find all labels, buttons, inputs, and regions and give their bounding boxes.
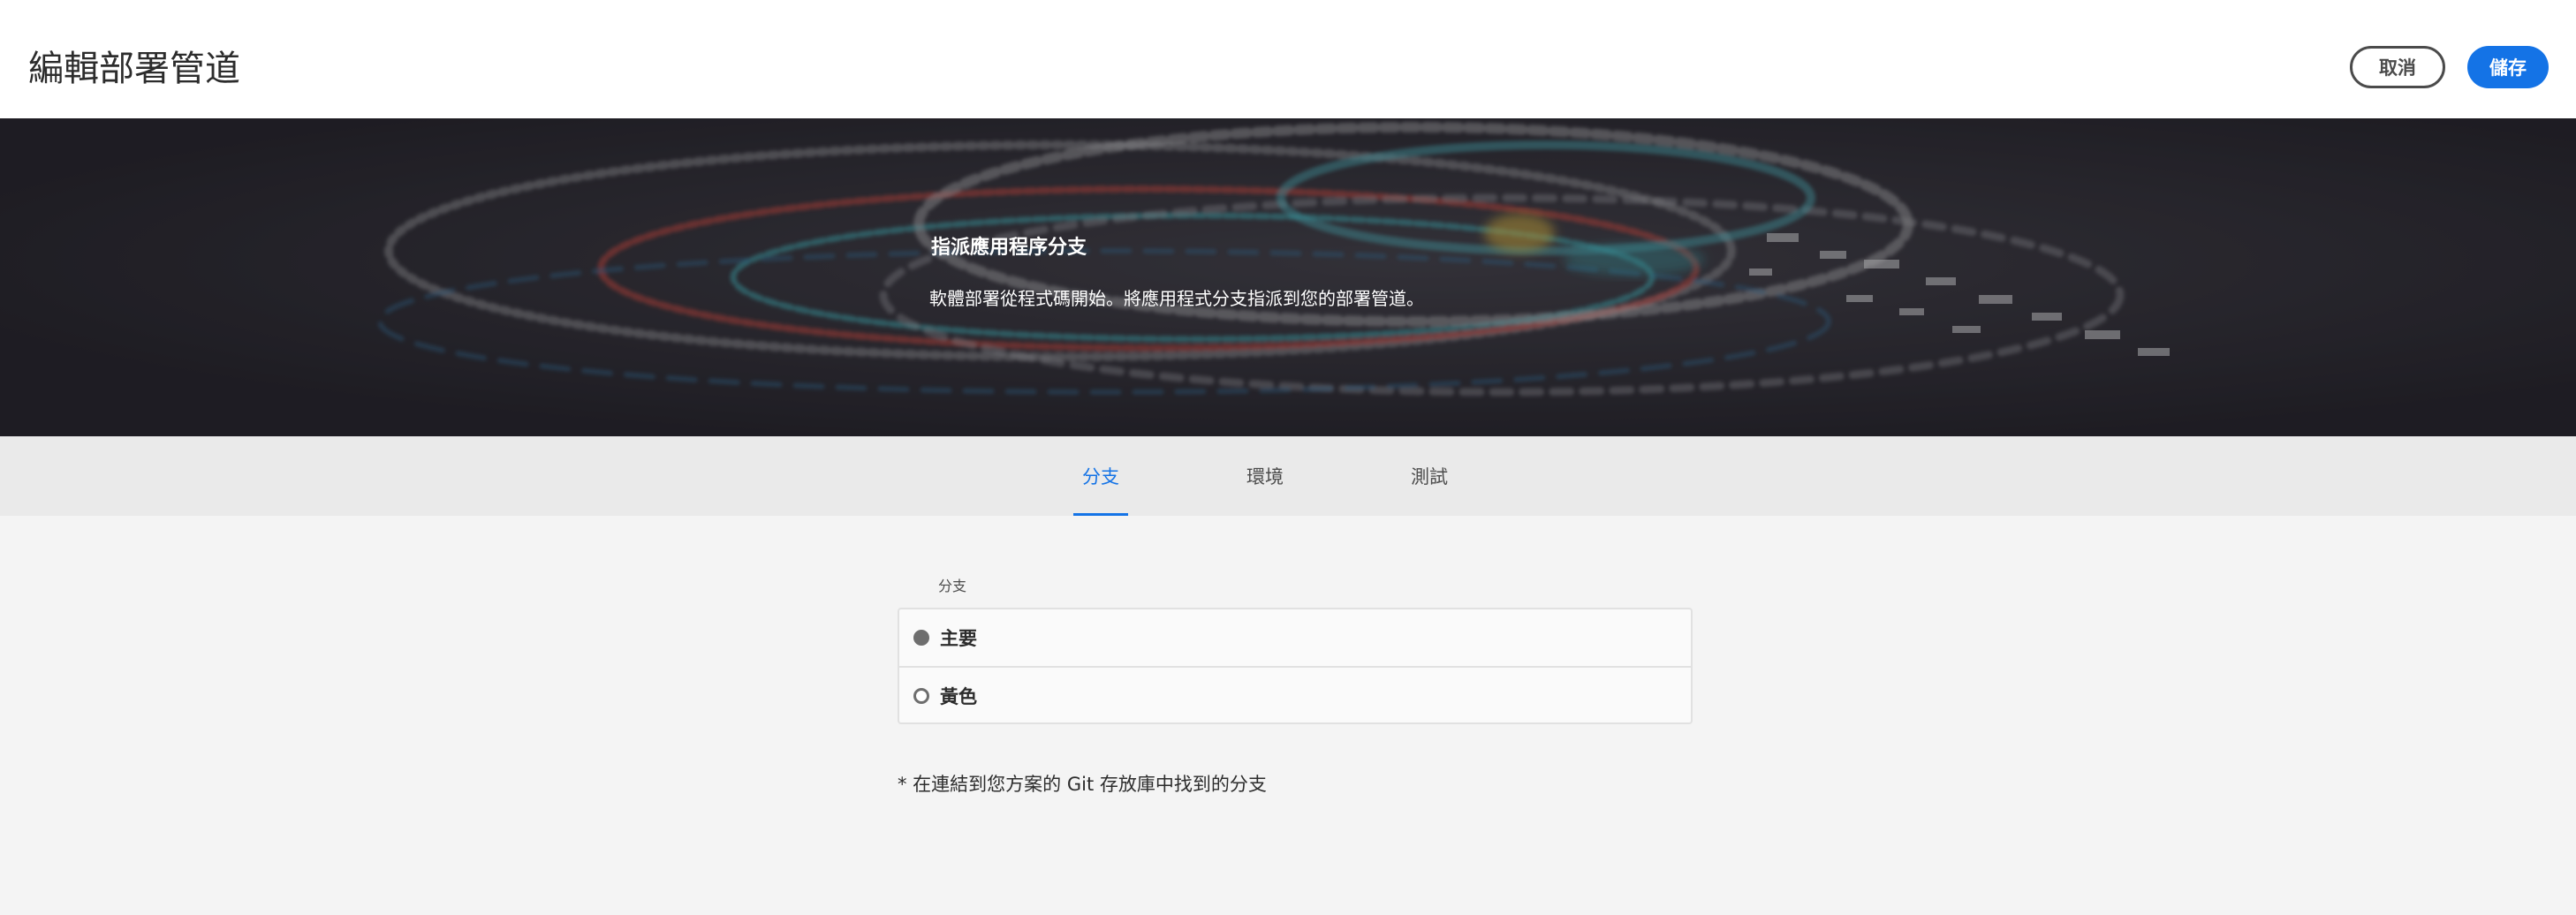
save-button[interactable]: 儲存 (2467, 46, 2549, 88)
cancel-button[interactable]: 取消 (2350, 46, 2445, 88)
hero-banner: 指派應用程序分支 軟體部署從程式碼開始。將應用程式分支指派到您的部署管道。 (0, 118, 2576, 436)
tab-environment[interactable]: 環境 (1240, 436, 1290, 516)
tab-branch[interactable]: 分支 (1073, 436, 1128, 516)
branch-option-label: 主要 (940, 628, 977, 649)
page-header: 編輯部署管道 取消 儲存 (0, 0, 2576, 118)
branch-option-label: 黃色 (940, 686, 977, 707)
tab-test[interactable]: 測試 (1405, 436, 1454, 516)
branch-footnote: * 在連結到您方案的 Git 存放庫中找到的分支 (898, 774, 1267, 795)
branch-field-label: 分支 (938, 578, 967, 594)
branch-option-yellow[interactable]: 黃色 (899, 668, 1691, 724)
branch-option-main[interactable]: 主要 (899, 609, 1691, 668)
radio-unchecked-icon[interactable] (913, 688, 929, 704)
hero-title: 指派應用程序分支 (931, 237, 1087, 259)
hero-description: 軟體部署從程式碼開始。將應用程式分支指派到您的部署管道。 (929, 288, 1424, 309)
page-title: 編輯部署管道 (28, 49, 240, 89)
tab-bar: 分支 環境 測試 (0, 436, 2576, 516)
radio-checked-icon[interactable] (913, 630, 929, 646)
branch-radio-group: 主要 黃色 (898, 608, 1693, 724)
hero-background-illustration (0, 118, 2576, 436)
